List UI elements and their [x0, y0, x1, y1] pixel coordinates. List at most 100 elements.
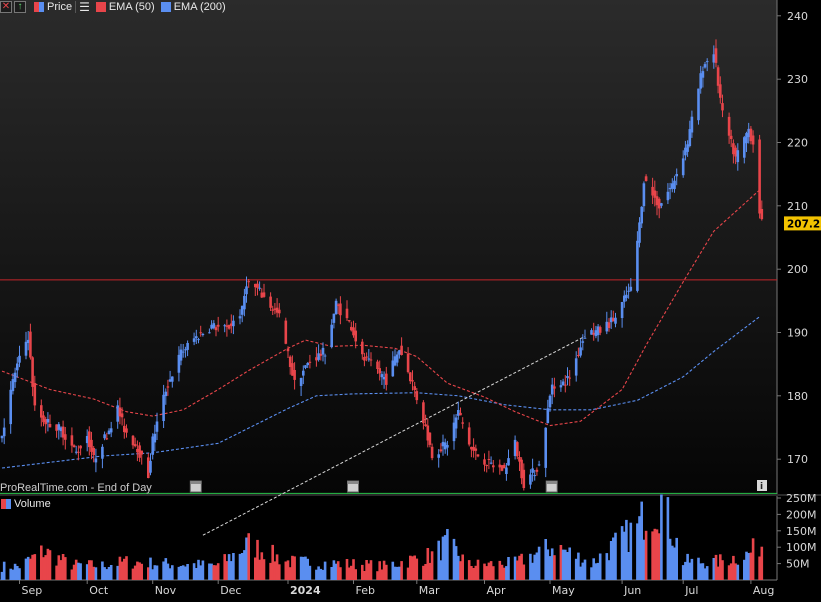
volume-bar [125, 556, 128, 580]
candle-body [153, 433, 157, 443]
volume-bar [48, 550, 52, 580]
volume-bar [400, 561, 403, 580]
candle-body [125, 428, 128, 433]
candle-body [422, 402, 425, 424]
volume-bar [553, 555, 556, 580]
candle-body [598, 327, 602, 333]
candle-body [758, 139, 761, 214]
volume-bar [644, 530, 648, 580]
candle-body [415, 391, 419, 401]
calendar-icon[interactable] [347, 480, 359, 493]
candle-body [72, 445, 76, 448]
volume-bar [293, 556, 296, 580]
candle-body [334, 300, 338, 315]
candle-body [476, 454, 480, 457]
up-arrow-icon[interactable]: ↑ [14, 1, 26, 13]
price-tick-label: 240 [787, 10, 808, 23]
volume-legend: Volume [0, 497, 51, 511]
volume-bar [430, 551, 434, 580]
candle-body [561, 381, 565, 385]
candle-body [461, 422, 464, 424]
volume-bar [140, 563, 143, 580]
volume-bar [339, 567, 342, 580]
candle-body [186, 343, 189, 350]
candle-body [24, 341, 28, 356]
candle-body [697, 88, 700, 121]
price-legend-label[interactable]: Price [47, 1, 72, 13]
candle-body [33, 383, 37, 406]
ema50-swatch [95, 2, 106, 12]
candle-body [302, 370, 305, 376]
candle-body [367, 358, 371, 360]
candle-body [162, 394, 165, 421]
candle-body [533, 475, 536, 477]
calendar-icon-header [190, 481, 202, 484]
candle-body [286, 348, 290, 352]
candle-body [16, 363, 19, 371]
volume-bar [446, 529, 449, 580]
candle-body [330, 324, 333, 348]
candle-body [323, 355, 327, 357]
candle-body [94, 458, 98, 463]
candle-body [31, 357, 34, 387]
calendar-icon[interactable] [189, 480, 202, 493]
volume-tick-label: 100M [786, 541, 817, 554]
candle-body [369, 359, 373, 361]
candle-body [505, 467, 508, 474]
price-tick-label: 180 [787, 390, 808, 403]
volume-bar [247, 533, 250, 580]
candle-body [347, 320, 351, 322]
volume-bar [308, 565, 312, 580]
candle-body [232, 320, 235, 327]
candle-body [636, 240, 639, 291]
volume-tick-label: 250M [786, 492, 817, 505]
volume-bar [507, 557, 510, 580]
candle-body [380, 374, 384, 378]
info-icon[interactable]: i [757, 480, 767, 492]
candle-body [262, 292, 266, 297]
price-tick-label: 220 [787, 137, 808, 150]
volume-legend-label[interactable]: Volume [14, 498, 51, 510]
candle-body [29, 331, 32, 358]
candle-body [284, 320, 288, 344]
volume-bar [476, 559, 480, 580]
candle-body [101, 446, 104, 459]
calendar-icon[interactable] [545, 480, 558, 493]
time-tick-label: Apr [487, 584, 507, 597]
candle-body [79, 445, 82, 449]
info-icon-glyph: i [760, 482, 763, 492]
time-tick-label: Feb [356, 584, 375, 597]
candle-body [171, 376, 174, 382]
ema200-legend-label[interactable]: EMA (200) [174, 1, 226, 13]
candle-body [729, 135, 733, 139]
price-swatch [34, 2, 44, 12]
candle-body [376, 361, 379, 369]
time-tick-label: May [552, 584, 575, 597]
menu-icon[interactable]: ☰ [79, 0, 90, 14]
candle-body [666, 191, 670, 201]
candle-body [550, 384, 554, 395]
candle-body [736, 150, 740, 163]
candle-body [660, 203, 663, 206]
candle-body [385, 373, 388, 385]
candle-body [644, 176, 648, 181]
candle-body [18, 355, 21, 363]
candle-body [629, 286, 633, 291]
candle-body [409, 372, 412, 382]
volume-bar [415, 558, 419, 580]
candle-body [245, 286, 248, 295]
candle-body [544, 427, 547, 468]
volume-bar [369, 560, 373, 580]
stock-chart[interactable]: 170 180 190 200 210 220 230 240 50M 100M 150M 200M… [0, 0, 821, 597]
chart-canvas[interactable]: 170 180 190 200 210 220 230 240 50M 100M 150M 200M… [0, 0, 821, 597]
legend-separator [75, 1, 77, 13]
candle-body [614, 317, 617, 324]
candle-body [140, 450, 143, 455]
candle-body [574, 358, 578, 376]
candle-body [607, 322, 611, 328]
close-icon[interactable]: ✕ [0, 1, 12, 13]
candle-body [354, 330, 357, 342]
candle-body [304, 365, 307, 368]
ema50-legend-label[interactable]: EMA (50) [109, 1, 155, 13]
candle-body [243, 295, 246, 310]
